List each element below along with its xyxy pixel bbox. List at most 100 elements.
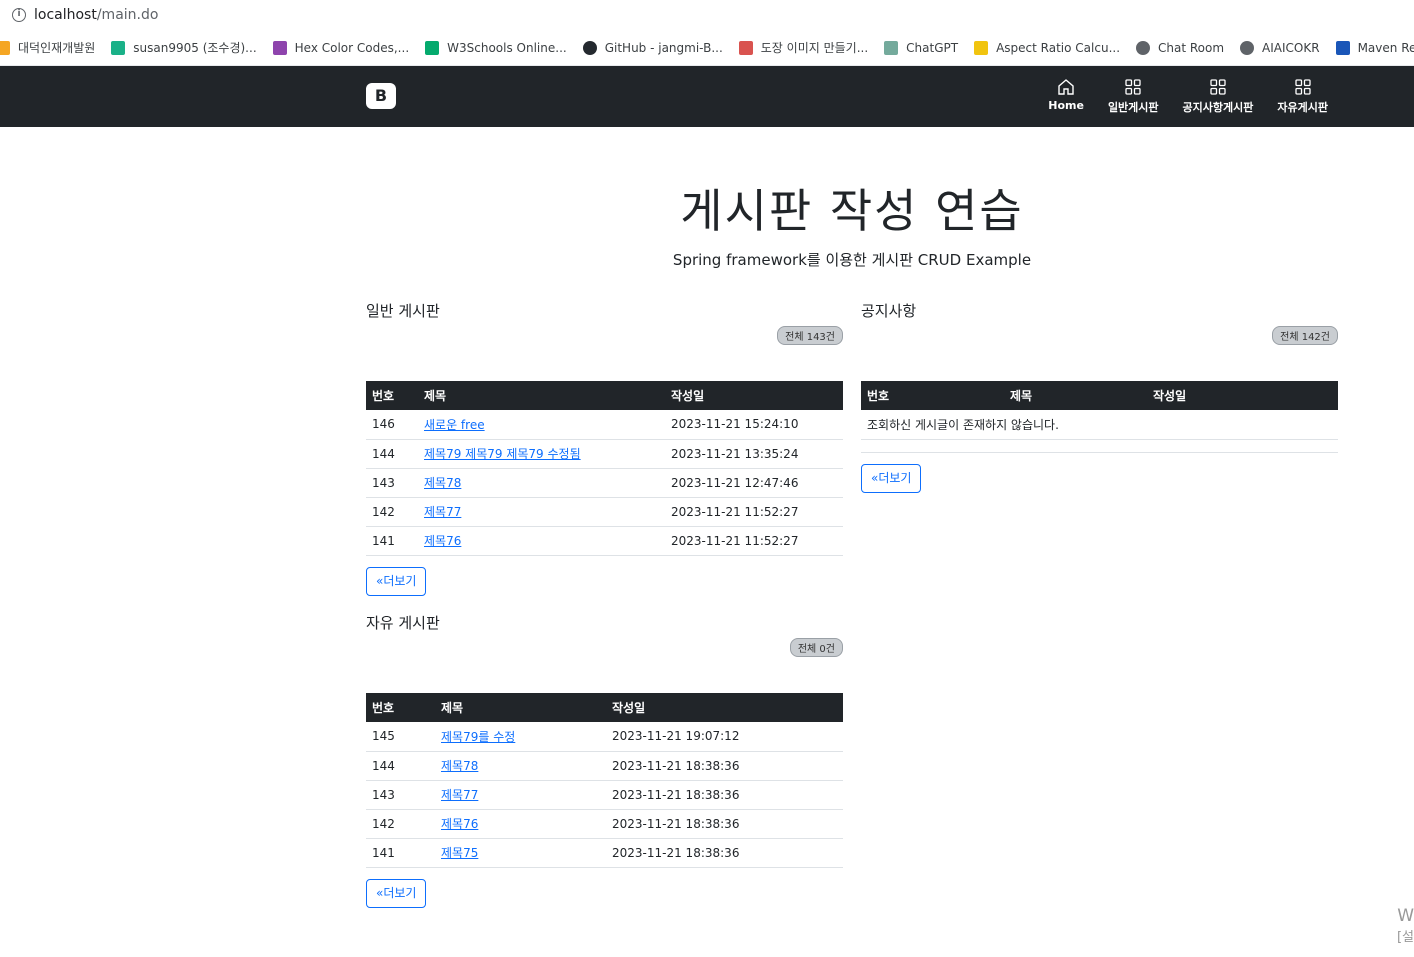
globe-icon <box>1136 40 1151 55</box>
empty-message: 조회하신 게시글이 존재하지 않습니다. <box>861 410 1338 440</box>
bookmark-label: Maven Reposito <box>1357 40 1414 55</box>
bookmark-item[interactable]: Chat Room <box>1136 40 1224 55</box>
row-title-link[interactable]: 새로운 free <box>424 418 485 432</box>
col-date: 작성일 <box>612 701 646 715</box>
general-more-button[interactable]: «더보기 <box>366 567 427 596</box>
palette-icon <box>272 40 287 55</box>
empty-row: 조회하신 게시글이 존재하지 않습니다. <box>861 410 1338 440</box>
general-board-table: 번호 제목 작성일 146 새로운 free 2023-11-21 15:24:10… <box>366 381 843 556</box>
notice-board-title: 공지사항 <box>861 302 917 320</box>
row-date: 2023-11-21 18:38:36 <box>606 780 843 810</box>
bookmark-item[interactable]: susan9905 (조수경)... <box>111 39 257 56</box>
row-number: 143 <box>366 780 435 810</box>
nav-link-3[interactable]: 자유게시판 <box>1277 78 1328 115</box>
row-title-cell: 제목76 <box>418 526 665 556</box>
row-title-cell: 제목78 <box>435 751 606 781</box>
grid-icon <box>1294 78 1312 96</box>
nav-link-label: 공지사항게시판 <box>1182 101 1254 114</box>
col-title: 제목 <box>424 389 447 403</box>
row-title-cell: 제목75 <box>435 838 606 868</box>
spacer-row <box>861 439 1338 453</box>
bookmark-label: Aspect Ratio Calcu... <box>996 40 1121 55</box>
chatgpt-icon <box>884 40 899 55</box>
row-title-link[interactable]: 제목76 <box>441 817 478 831</box>
page-subtitle: Spring framework를 이용한 게시판 CRUD Example <box>672 251 1032 269</box>
nav-link-0[interactable]: Home <box>1048 78 1084 115</box>
table-row: 144 제목79 제목79 제목79 수정됨 2023-11-21 13:35:24 <box>366 439 843 469</box>
row-title-link[interactable]: 제목78 <box>424 476 461 490</box>
row-number: 142 <box>366 809 435 839</box>
row-title-link[interactable]: 제목77 <box>441 788 478 802</box>
bookmark-item[interactable]: Aspect Ratio Calcu... <box>974 40 1121 55</box>
globe-icon <box>1240 40 1255 55</box>
notice-board-section: 공지사항 전체 142건 번호 제목 작성일 조회하신 게시글이 존재하지 않습… <box>861 300 1338 493</box>
table-row: 141 제목76 2023-11-21 11:52:27 <box>366 526 843 556</box>
nav-link-1[interactable]: 일반게시판 <box>1108 78 1159 115</box>
row-title-link[interactable]: 제목75 <box>441 846 478 860</box>
bookmark-label: 도장 이미지 만들기... <box>760 41 869 55</box>
bookmark-item[interactable]: ChatGPT <box>884 40 959 55</box>
notice-count-badge: 전체 142건 <box>1272 326 1338 345</box>
w3-icon <box>425 40 440 55</box>
row-number: 145 <box>366 722 435 752</box>
row-title-cell: 제목79를 수정 <box>435 722 606 752</box>
bookmark-item[interactable]: GitHub - jangmi-B... <box>582 40 723 55</box>
url-host: localhost <box>34 7 97 23</box>
general-board-title: 일반 게시판 <box>366 302 440 320</box>
row-title-link[interactable]: 제목78 <box>441 759 478 773</box>
row-title-cell: 제목79 제목79 제목79 수정됨 <box>418 439 665 469</box>
bookmark-item[interactable]: 도장 이미지 만들기... <box>738 39 869 56</box>
top-navbar: B Home 일반게시판 공지사항게시판 자유게시판 <box>0 66 1414 127</box>
activation-watermark: W [설 <box>1397 905 1414 949</box>
info-icon[interactable]: i <box>12 8 26 22</box>
grid-icon <box>1209 78 1227 96</box>
free-more-button[interactable]: «더보기 <box>366 879 427 908</box>
row-title-cell: 새로운 free <box>418 410 665 440</box>
bookmark-label: Hex Color Codes,... <box>294 40 410 55</box>
url-path: /main.do <box>96 7 159 23</box>
free-board-section: 자유 게시판 전체 0건 번호 제목 작성일 145 제목79를 수정 2023-1… <box>366 612 843 908</box>
row-date: 2023-11-21 11:52:27 <box>665 526 843 556</box>
address-bar[interactable]: i localhost/main.do <box>0 0 1414 30</box>
row-title-cell: 제목78 <box>418 468 665 498</box>
table-row: 144 제목78 2023-11-21 18:38:36 <box>366 751 843 781</box>
row-date: 2023-11-21 13:35:24 <box>665 439 843 469</box>
row-number: 144 <box>366 751 435 781</box>
row-title-cell: 제목77 <box>435 780 606 810</box>
notice-more-button[interactable]: «더보기 <box>861 464 922 493</box>
nav-link-label: 자유게시판 <box>1277 101 1328 114</box>
nav-link-2[interactable]: 공지사항게시판 <box>1182 78 1254 115</box>
row-title-link[interactable]: 제목76 <box>424 534 461 548</box>
brand-logo[interactable]: B <box>366 83 396 109</box>
bookmark-item[interactable]: Maven Reposito <box>1335 40 1414 55</box>
table-row: 143 제목78 2023-11-21 12:47:46 <box>366 468 843 498</box>
row-date: 2023-11-21 18:38:36 <box>606 838 843 868</box>
bookmark-diagonal-icon <box>0 40 10 55</box>
bookmark-item[interactable]: Hex Color Codes,... <box>272 40 410 55</box>
bookmark-label: ChatGPT <box>906 40 959 55</box>
bookmark-item[interactable]: 대덕인재개발원 <box>0 39 95 56</box>
watermark-line2: [설 <box>1396 930 1414 945</box>
free-board-title: 자유 게시판 <box>366 614 440 632</box>
bookmark-item[interactable]: W3Schools Online... <box>425 40 567 55</box>
nav-link-label: 일반게시판 <box>1107 101 1159 114</box>
page-title: 게시판 작성 연습 <box>680 184 1024 238</box>
bookmark-label: W3Schools Online... <box>447 40 567 55</box>
free-board-table: 번호 제목 작성일 145 제목79를 수정 2023-11-21 19:07:12… <box>366 693 843 868</box>
row-date: 2023-11-21 19:07:12 <box>606 722 843 752</box>
row-title-link[interactable]: 제목77 <box>424 505 461 519</box>
general-count-badge: 전체 143건 <box>777 326 843 345</box>
hero: 게시판 작성 연습 Spring framework를 이용한 게시판 CRUD… <box>290 175 1414 270</box>
bookmark-item[interactable]: AIAICOKR <box>1240 40 1320 55</box>
row-title-link[interactable]: 제목79 제목79 제목79 수정됨 <box>424 447 581 461</box>
row-title-link[interactable]: 제목79를 수정 <box>441 730 515 744</box>
bookmark-label: susan9905 (조수경)... <box>133 41 257 55</box>
col-title: 제목 <box>1010 389 1033 403</box>
col-number: 번호 <box>372 701 395 715</box>
row-number: 141 <box>366 838 435 868</box>
col-title: 제목 <box>441 701 464 715</box>
general-board-section: 일반 게시판 전체 143건 번호 제목 작성일 146 새로운 free 2023… <box>366 300 843 596</box>
house-icon <box>1057 78 1075 96</box>
row-number: 141 <box>366 526 418 556</box>
table-row: 141 제목75 2023-11-21 18:38:36 <box>366 838 843 868</box>
